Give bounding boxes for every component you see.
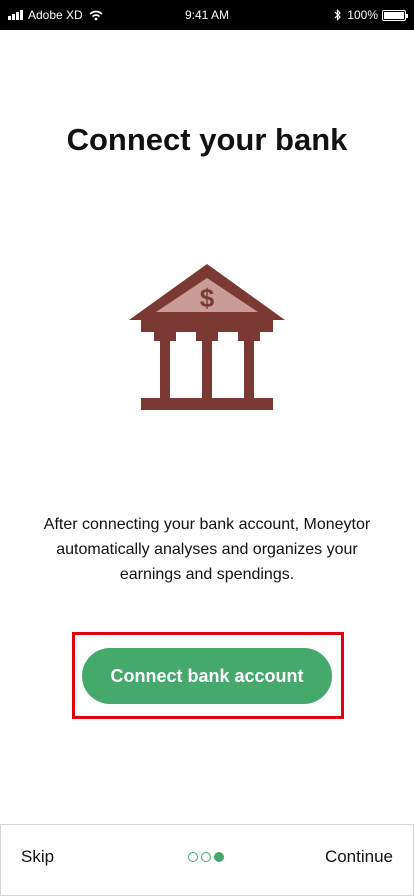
bottom-bar: Skip Continue xyxy=(0,824,414,896)
bluetooth-icon xyxy=(334,9,342,21)
page-dot-3-active xyxy=(214,852,224,862)
page-dot-2 xyxy=(201,852,211,862)
status-bar: Adobe XD 9:41 AM 100% xyxy=(0,0,414,30)
connect-bank-account-button[interactable]: Connect bank account xyxy=(82,648,332,704)
status-right: 100% xyxy=(334,8,408,22)
description-text: After connecting your bank account, Mone… xyxy=(43,516,371,583)
continue-button[interactable]: Continue xyxy=(325,847,393,867)
battery-icon xyxy=(382,9,408,21)
page-indicator xyxy=(188,852,227,862)
page-dot-1 xyxy=(188,852,198,862)
page-title: Connect your bank xyxy=(66,122,348,157)
dollar-symbol: $ xyxy=(200,283,215,313)
skip-button[interactable]: Skip xyxy=(21,847,54,867)
battery-percent: 100% xyxy=(347,8,378,22)
bank-icon: $ xyxy=(129,264,285,410)
